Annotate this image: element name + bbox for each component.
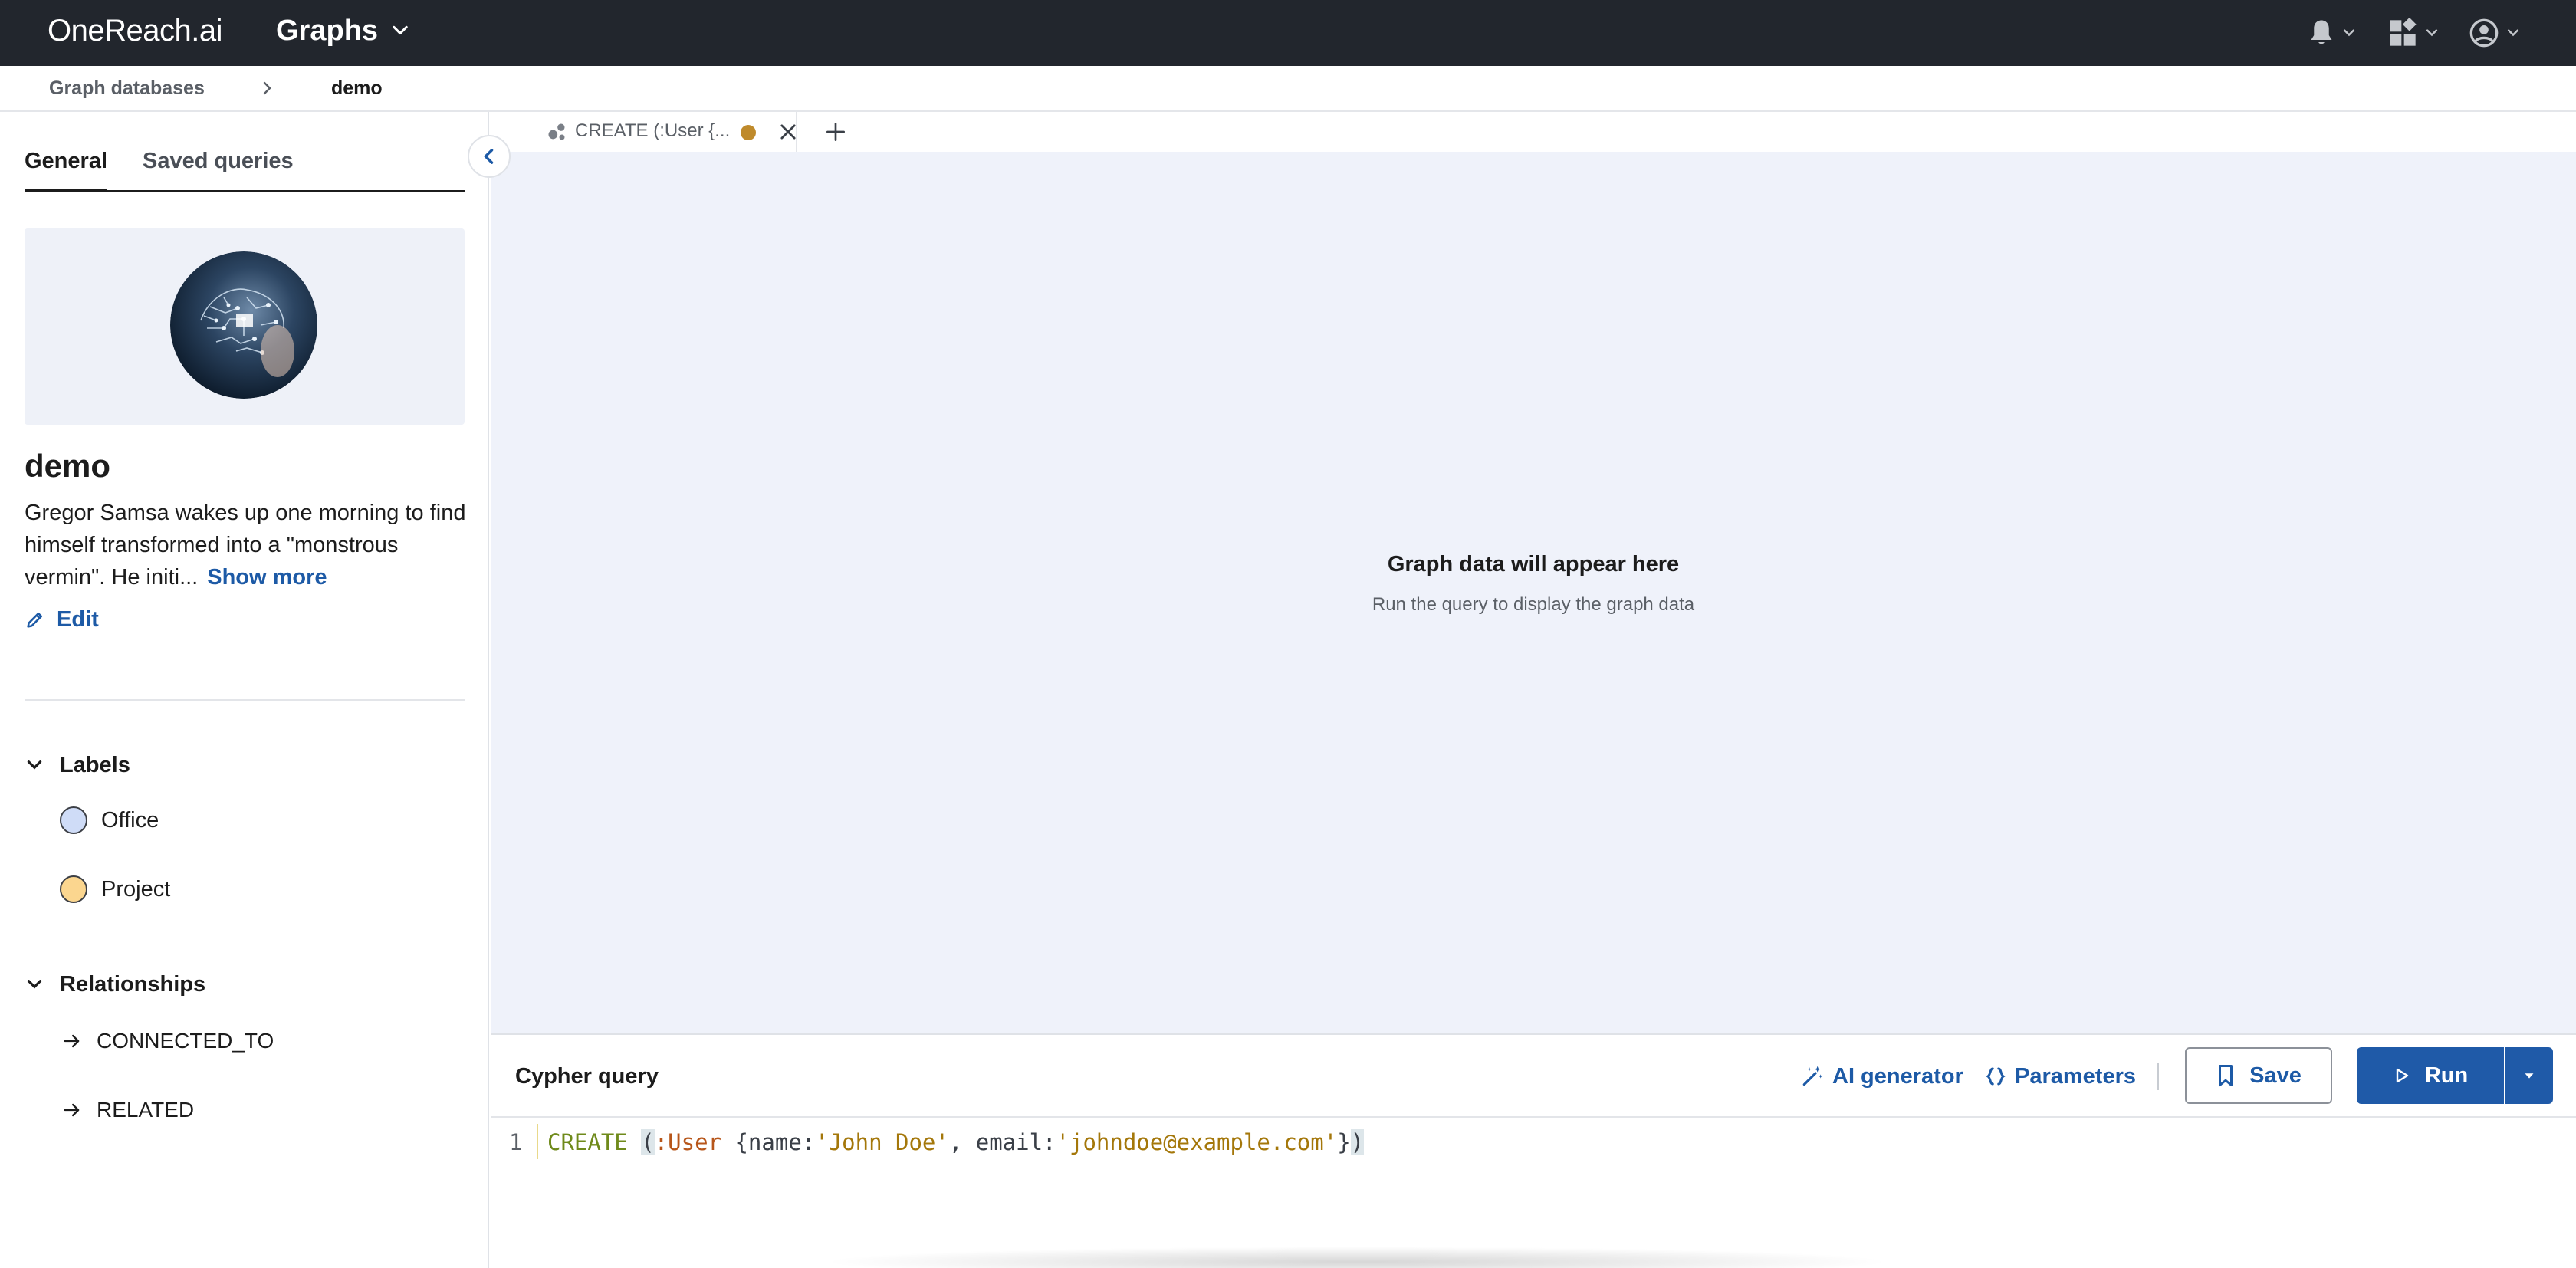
apps-menu-button[interactable]	[2387, 14, 2440, 52]
query-tab[interactable]: CREATE (:User {...	[518, 112, 826, 152]
arrow-right-icon	[64, 1034, 80, 1048]
parameters-button[interactable]: Parameters	[1984, 1063, 2136, 1090]
relationship-name: CONNECTED_TO	[97, 1029, 274, 1053]
relationship-name: RELATED	[97, 1098, 195, 1122]
breadcrumb: Graph databases demo	[0, 66, 2576, 112]
label-name: Office	[101, 808, 159, 833]
arrow-right-icon	[64, 1103, 80, 1117]
line-number: 1	[509, 1129, 523, 1155]
chevron-left-icon	[484, 149, 494, 164]
database-name: demo	[25, 448, 111, 484]
caret-down-icon	[2525, 1073, 2534, 1079]
cypher-query-panel: Cypher query AI generator Parameters Sav…	[491, 1033, 2576, 1268]
code-line: CREATE (:User {name:'John Doe', email:'j…	[547, 1128, 1365, 1156]
chevron-down-icon	[2426, 29, 2438, 37]
tab-saved-queries[interactable]: Saved queries	[143, 143, 294, 179]
chevron-down-icon[interactable]	[389, 20, 411, 41]
add-tab-icon[interactable]	[823, 120, 848, 144]
parameters-label: Parameters	[2015, 1064, 2136, 1089]
ai-generator-label: AI generator	[1832, 1064, 1963, 1089]
toolbar-separator	[2157, 1063, 2159, 1090]
graph-nodes-icon	[548, 123, 565, 140]
labels-heading: Labels	[60, 753, 130, 777]
show-more-link[interactable]: Show more	[207, 565, 327, 590]
code-paren: (	[641, 1129, 655, 1155]
breadcrumb-current: demo	[331, 77, 383, 99]
ai-generator-button[interactable]: AI generator	[1800, 1063, 1963, 1090]
edit-label: Edit	[57, 607, 99, 632]
section-divider	[25, 699, 465, 701]
label-item-project[interactable]: Project	[60, 875, 170, 903]
play-icon	[2396, 1068, 2409, 1083]
relationship-item-related[interactable]: RELATED	[61, 1096, 194, 1124]
chevron-right-icon	[263, 81, 271, 95]
onereach-logo[interactable]: OneReach.ai	[48, 11, 222, 51]
unsaved-indicator	[741, 125, 756, 140]
chevron-down-icon	[27, 980, 42, 989]
active-line-marker	[537, 1124, 538, 1159]
editor-shadow	[820, 1247, 1894, 1268]
label-item-office[interactable]: Office	[60, 806, 159, 834]
database-avatar	[170, 251, 317, 399]
breadcrumb-graph-databases[interactable]: Graph databases	[49, 77, 205, 100]
code-keyword: CREATE	[547, 1129, 628, 1155]
run-label: Run	[2424, 1063, 2469, 1088]
query-panel-title: Cypher query	[515, 1064, 659, 1089]
relationships-heading: Relationships	[60, 972, 206, 997]
tab-divider	[796, 112, 797, 152]
label-color-dot	[60, 875, 87, 903]
sidebar: General Saved queries demo Gregor Samsa …	[0, 112, 489, 1268]
run-button[interactable]: Run	[2357, 1047, 2504, 1104]
cypher-code-editor[interactable]: 1 CREATE (:User {name:'John Doe', email:…	[491, 1118, 2576, 1268]
chevron-down-icon	[2343, 29, 2355, 37]
database-description: Gregor Samsa wakes up one morning to fin…	[25, 497, 469, 593]
label-color-dot	[60, 806, 87, 834]
code-string: 'johndoe@example.com'	[1056, 1129, 1338, 1155]
code-text: , email:	[948, 1129, 1056, 1155]
graph-canvas[interactable]: Graph data will appear here Run the quer…	[491, 152, 2576, 1033]
database-image-card	[25, 228, 465, 425]
bell-icon	[2311, 20, 2332, 44]
relationship-item-connected-to[interactable]: CONNECTED_TO	[61, 1027, 274, 1055]
code-text: }	[1337, 1129, 1351, 1155]
code-string: 'John Doe'	[815, 1129, 949, 1155]
query-tab-strip: CREATE (:User {...	[491, 112, 2576, 152]
save-label: Save	[2249, 1063, 2302, 1088]
tab-general[interactable]: General	[25, 143, 107, 179]
collapse-sidebar-button[interactable]	[468, 135, 511, 178]
save-button[interactable]: Save	[2185, 1047, 2332, 1104]
bookmark-icon	[2219, 1065, 2233, 1086]
labels-section-toggle[interactable]: Labels	[25, 751, 130, 779]
edit-button[interactable]: Edit	[25, 606, 99, 633]
relationships-section-toggle[interactable]: Relationships	[25, 971, 205, 998]
run-options-dropdown[interactable]	[2505, 1047, 2553, 1104]
apps-grid-icon	[2390, 18, 2417, 46]
magic-wand-icon	[1802, 1066, 1823, 1086]
chevron-down-icon	[2507, 29, 2519, 37]
notifications-button[interactable]	[2308, 14, 2357, 52]
code-paren: )	[1350, 1129, 1365, 1155]
empty-state-subtitle: Run the query to display the graph data	[1372, 594, 1695, 615]
chevron-down-icon	[27, 760, 42, 770]
curly-braces-icon	[1986, 1067, 2006, 1086]
user-account-icon	[2469, 18, 2499, 48]
active-tab-indicator	[25, 189, 107, 192]
app-switcher-title[interactable]: Graphs	[276, 11, 378, 51]
code-text: {name:	[721, 1129, 816, 1155]
user-menu-button[interactable]	[2469, 14, 2521, 52]
sidebar-tabs: General Saved queries	[25, 143, 465, 192]
query-tab-title: CREATE (:User {...	[575, 120, 731, 141]
empty-state-title: Graph data will appear here	[1387, 552, 1680, 577]
label-name: Project	[101, 877, 171, 902]
pencil-icon	[27, 612, 43, 628]
top-bar: OneReach.ai Graphs	[0, 0, 2576, 66]
code-label: :User	[654, 1129, 722, 1155]
